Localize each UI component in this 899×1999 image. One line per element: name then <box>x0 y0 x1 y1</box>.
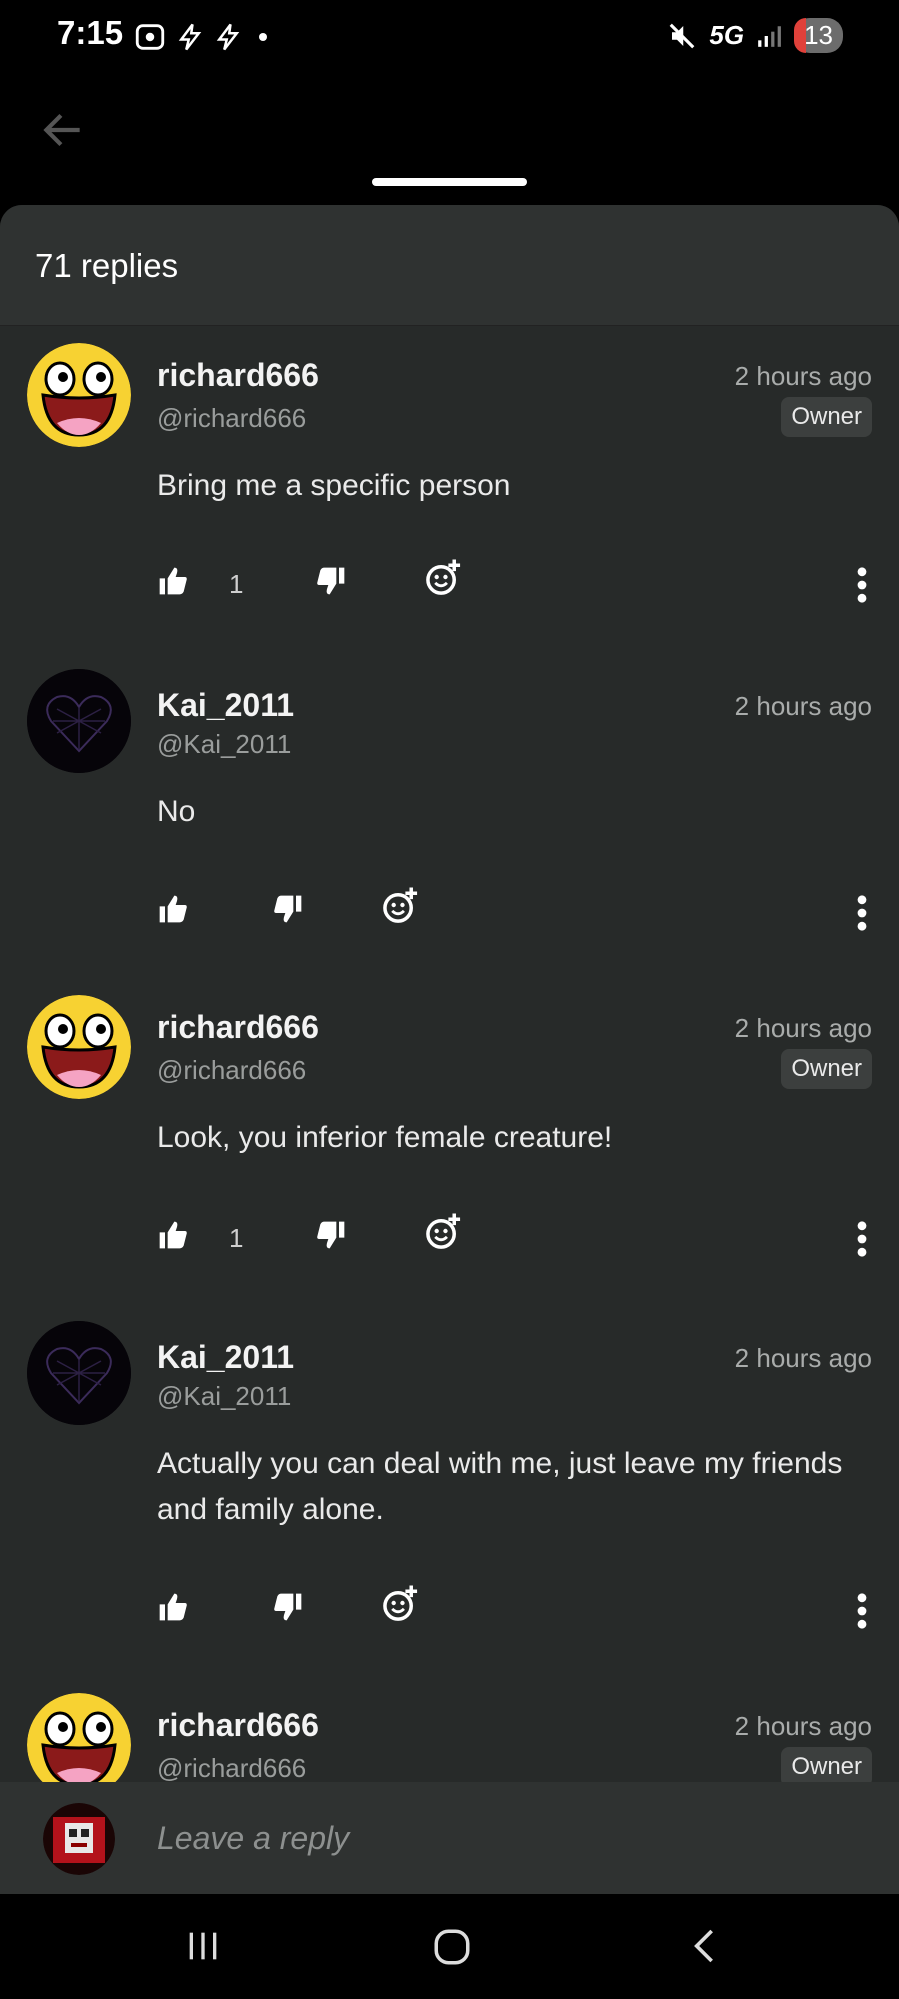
comment-actions: 1 <box>157 559 877 607</box>
timestamp: 2 hours ago <box>734 691 872 721</box>
reply-bar[interactable]: Leave a reply <box>0 1782 899 1894</box>
thumbs-down-icon[interactable] <box>315 563 347 599</box>
replies-count: 71 replies <box>35 247 179 284</box>
more-vert-icon[interactable] <box>847 1589 877 1633</box>
thumbs-up-icon[interactable] <box>157 1589 189 1625</box>
network-label: 5G <box>709 20 745 50</box>
thumbs-up-icon[interactable] <box>157 563 189 599</box>
user-handle: @richard666 <box>157 1753 307 1783</box>
thumbs-down-icon[interactable] <box>315 1217 347 1253</box>
lightning-icon <box>178 23 202 51</box>
current-user-avatar <box>43 1803 115 1875</box>
thumbs-down-icon[interactable] <box>272 1589 304 1625</box>
comment-text: No <box>157 795 196 828</box>
comment-actions <box>157 1585 877 1633</box>
user-handle: @Kai_2011 <box>157 729 292 759</box>
thumbs-up-icon[interactable] <box>157 891 189 927</box>
thumbs-down-icon[interactable] <box>272 891 304 927</box>
comment-actions <box>157 887 877 935</box>
status-time: 7:15 <box>57 14 124 51</box>
avatar[interactable] <box>27 669 131 773</box>
avatar[interactable] <box>27 995 131 1099</box>
username[interactable]: richard666 <box>157 1707 319 1744</box>
battery-indicator: 13 <box>794 18 843 53</box>
comment: richard666 @richard666 2 hours ago Owner… <box>0 343 899 673</box>
timestamp: 2 hours ago <box>734 1343 872 1373</box>
sheet-drag-handle[interactable] <box>372 178 527 186</box>
comment: richard666 @richard666 2 hours ago Owner… <box>0 995 899 1325</box>
user-handle: @richard666 <box>157 403 307 433</box>
emoji-add-icon[interactable] <box>382 885 420 925</box>
status-bar: 7:15 5G 13 <box>0 0 899 75</box>
signal-icon <box>758 25 781 47</box>
comment-text: Actually you can deal with me, just leav… <box>157 1447 843 1526</box>
comment-text: Look, you inferior female creature! <box>157 1121 613 1154</box>
mute-icon <box>670 23 695 48</box>
username[interactable]: Kai_2011 <box>157 1339 294 1376</box>
comment-text: Bring me a specific person <box>157 469 511 502</box>
nav-back-icon[interactable] <box>685 1926 725 1966</box>
timestamp: 2 hours ago <box>734 1711 872 1741</box>
sheet-header: 71 replies <box>0 205 899 326</box>
reply-input[interactable]: Leave a reply <box>157 1820 349 1857</box>
more-vert-icon[interactable] <box>847 563 877 607</box>
username[interactable]: richard666 <box>157 1009 319 1046</box>
dot-icon <box>259 33 267 41</box>
like-count: 1 <box>229 1223 244 1253</box>
more-vert-icon[interactable] <box>847 891 877 935</box>
owner-badge: Owner <box>781 397 872 437</box>
thumbs-up-icon[interactable] <box>157 1217 189 1253</box>
username[interactable]: Kai_2011 <box>157 687 294 724</box>
back-arrow-icon[interactable] <box>38 105 88 155</box>
status-icons-left <box>133 20 267 54</box>
comment: Kai_2011 @Kai_2011 2 hours ago No <box>0 669 899 969</box>
user-handle: @Kai_2011 <box>157 1381 292 1411</box>
lightning-icon <box>216 23 240 51</box>
owner-badge: Owner <box>781 1049 872 1089</box>
user-handle: @richard666 <box>157 1055 307 1085</box>
timestamp: 2 hours ago <box>734 361 872 391</box>
emoji-add-icon[interactable] <box>382 1583 420 1623</box>
avatar[interactable] <box>27 343 131 447</box>
home-icon[interactable] <box>431 1926 473 1968</box>
like-count: 1 <box>229 569 244 599</box>
comment-actions: 1 <box>157 1213 877 1261</box>
owner-badge: Owner <box>781 1747 872 1787</box>
replies-sheet: 71 replies richard666 @richard666 2 hour… <box>0 205 899 1895</box>
timestamp: 2 hours ago <box>734 1013 872 1043</box>
comment: Kai_2011 @Kai_2011 2 hours ago Actually … <box>0 1321 899 1691</box>
emoji-add-icon[interactable] <box>425 1211 463 1251</box>
screenshot-icon <box>135 24 165 50</box>
more-vert-icon[interactable] <box>847 1217 877 1261</box>
system-nav-bar <box>0 1894 899 1999</box>
status-icons-right: 5G 13 <box>667 18 843 53</box>
recent-apps-icon[interactable] <box>183 1926 223 1966</box>
emoji-add-icon[interactable] <box>425 557 463 597</box>
avatar[interactable] <box>27 1321 131 1425</box>
username[interactable]: richard666 <box>157 357 319 394</box>
top-area <box>0 75 899 205</box>
